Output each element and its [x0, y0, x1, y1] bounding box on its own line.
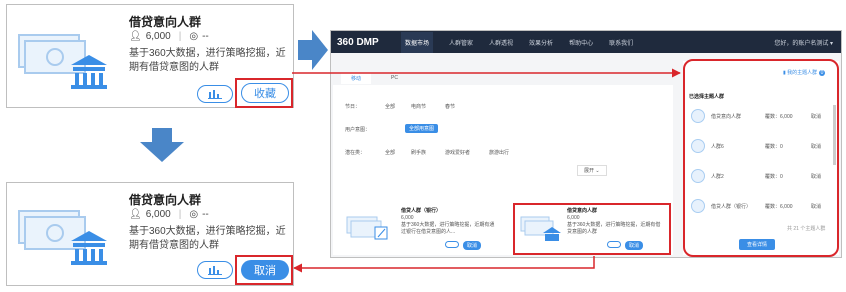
connector-lines	[292, 68, 681, 273]
red-arrow-to-card	[293, 256, 595, 273]
